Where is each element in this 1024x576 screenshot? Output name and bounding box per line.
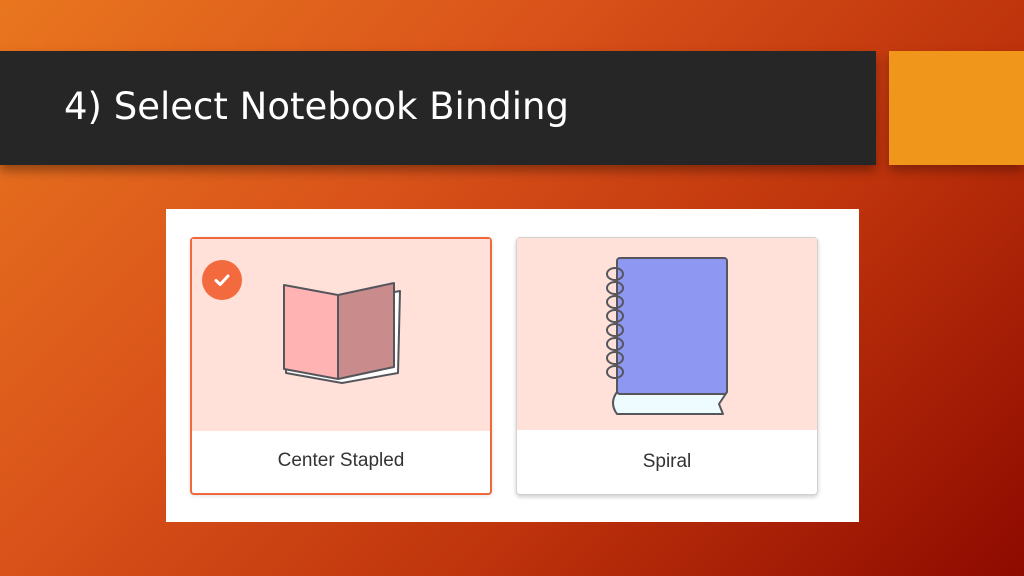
binding-option-center-stapled[interactable]: Center Stapled bbox=[190, 237, 492, 495]
accent-box bbox=[889, 51, 1024, 165]
card-image-area bbox=[517, 238, 817, 430]
binding-option-spiral[interactable]: Spiral bbox=[516, 237, 818, 495]
option-label: Spiral bbox=[642, 451, 692, 472]
check-icon bbox=[202, 260, 242, 300]
option-label: Center Stapled bbox=[277, 450, 405, 471]
binding-options-panel: Center Stapled Spiral bbox=[166, 209, 859, 522]
card-image-area bbox=[192, 239, 490, 431]
spiral-notebook-icon bbox=[606, 257, 728, 415]
slide-title: 4) Select Notebook Binding bbox=[64, 85, 569, 128]
open-stapled-book-icon bbox=[283, 282, 401, 384]
